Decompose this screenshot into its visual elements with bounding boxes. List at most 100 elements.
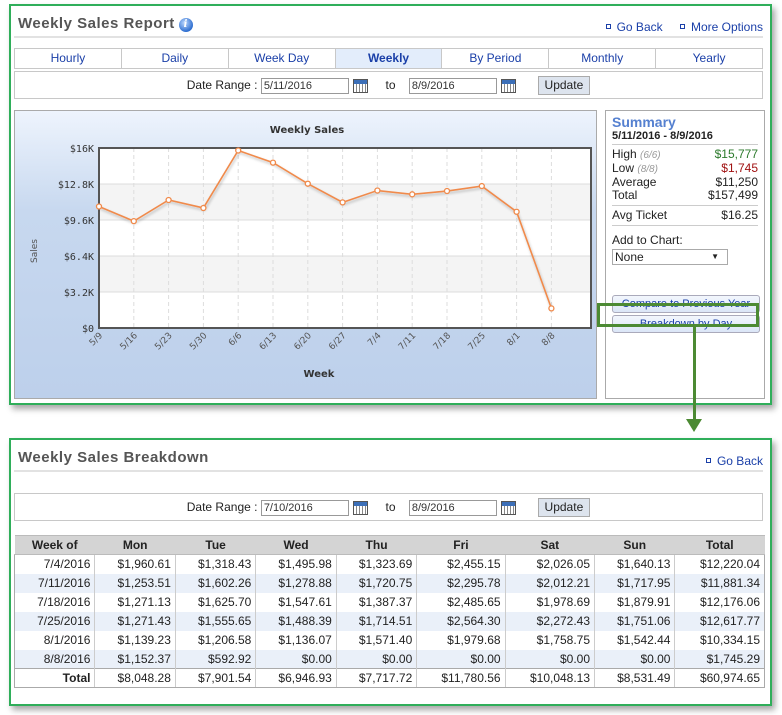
more-options-label: More Options	[690, 20, 763, 34]
amount-cell: $1,625.70	[174, 592, 257, 612]
table-row: 7/18/2016 $1,271.13 $1,625.70 $1,547.61 $1,3…	[13, 592, 765, 612]
column-header: Fri	[416, 535, 506, 555]
amount-cell: $1,387.37	[335, 592, 418, 612]
info-icon[interactable]: i	[178, 18, 193, 32]
amount-cell: $1,136.07	[255, 630, 337, 650]
amount-cell: $1,495.98	[255, 554, 337, 574]
week-of-cell: 7/11/2016	[13, 573, 96, 593]
tab-daily[interactable]: Daily	[122, 49, 229, 68]
x-tick-label: 7/11	[397, 331, 418, 352]
amount-cell: $1,139.23	[94, 630, 176, 650]
add-to-chart-select[interactable]: None ▼	[612, 249, 728, 265]
amount-cell: $1,979.68	[416, 630, 506, 650]
amount-cell: $1,271.43	[94, 611, 176, 631]
week-of-cell: 7/25/2016	[13, 611, 96, 631]
y-tick-label: $3.2K	[64, 288, 94, 299]
amount-cell: $1,751.06	[594, 611, 676, 631]
breakdown-table: Week of Mon Tue Wed Thu Fri Sat Sun Total 7/4/20…	[13, 535, 765, 688]
summary-panel: Summary 5/11/2016 - 8/9/2016 High (6/6) …	[605, 110, 765, 399]
column-header: Sun	[594, 535, 675, 555]
go-back-link[interactable]: Go Back	[605, 20, 663, 34]
column-header: Mon	[94, 535, 176, 555]
amount-cell: $592.92	[174, 649, 257, 669]
low-value: $1,745	[721, 161, 758, 175]
table-row: 8/1/2016 $1,139.23 $1,206.58 $1,136.07 $1,57…	[13, 630, 765, 650]
data-point	[235, 147, 242, 154]
data-point	[443, 187, 451, 195]
data-point	[130, 217, 137, 225]
data-point	[478, 182, 485, 190]
more-options-link[interactable]: More Options	[679, 20, 763, 34]
breakdown-date-from-input[interactable]	[260, 499, 349, 516]
calendar-icon[interactable]	[353, 500, 369, 515]
summary-avg-ticket: Avg Ticket $16.25	[612, 205, 758, 226]
amount-cell: $1,960.61	[94, 554, 176, 574]
high-value: $15,777	[714, 147, 758, 161]
amount-cell: $0.00	[255, 649, 337, 669]
avg-ticket-value: $16.25	[721, 208, 758, 222]
tab-by-period[interactable]: By Period	[442, 49, 550, 68]
calendar-icon[interactable]	[353, 78, 369, 93]
bullet-icon	[705, 458, 711, 463]
low-date: (8/8)	[637, 164, 658, 175]
column-header: Total	[674, 535, 765, 555]
breakdown-date-range-bar: Date Range : to Update	[14, 493, 763, 521]
tab-monthly[interactable]: Monthly	[549, 49, 657, 68]
amount-cell: $12,176.06	[674, 592, 765, 612]
dropdown-arrow-icon: ▼	[711, 252, 719, 261]
weekly-sales-report-panel: Weekly Sales Report i Go Back More Option…	[9, 4, 772, 405]
x-tick-label: 6/13	[258, 331, 279, 352]
tab-weekly[interactable]: Weekly	[335, 49, 443, 68]
amount-cell: $1,253.51	[94, 573, 176, 593]
breakdown-update-button[interactable]: Update	[537, 498, 591, 518]
tab-hourly[interactable]: Hourly	[15, 49, 122, 68]
calendar-icon[interactable]	[501, 500, 517, 515]
table-total-row: Total $8,048.28 $7,901.54 $6,946.93 $7,717.7…	[13, 668, 765, 688]
date-range-label: Date Range :	[186, 78, 258, 92]
summary-range: 5/11/2016 - 8/9/2016	[612, 130, 758, 145]
chart-x-axis-label: Week	[304, 369, 335, 380]
breakdown-go-back-link[interactable]: Go Back	[705, 454, 763, 468]
total-amount-cell: $8,531.49	[594, 668, 676, 688]
tab-yearly[interactable]: Yearly	[656, 49, 762, 68]
amount-cell: $0.00	[504, 649, 596, 669]
amount-cell: $0.00	[594, 649, 676, 669]
amount-cell: $11,881.34	[674, 573, 765, 593]
x-tick-label: 6/20	[293, 331, 315, 353]
data-point	[409, 191, 416, 198]
total-amount-cell: $60,974.65	[674, 668, 765, 688]
total-label-cell: Total	[13, 668, 96, 688]
breakdown-by-day-button[interactable]: Breakdown by Day	[612, 315, 760, 333]
compare-previous-year-button[interactable]: Compare to Previous Year	[612, 295, 760, 313]
low-label: Low	[612, 161, 635, 175]
chart-title: Weekly Sales	[270, 125, 344, 136]
date-to-input[interactable]	[408, 77, 497, 94]
amount-cell: $12,220.04	[674, 554, 765, 574]
y-tick-label: $12.8K	[58, 180, 94, 191]
breakdown-date-to-input[interactable]	[408, 499, 497, 516]
column-header: Sat	[505, 535, 595, 555]
amount-cell: $1,555.65	[174, 611, 257, 631]
tab-week-day[interactable]: Week Day	[229, 49, 336, 68]
amount-cell: $1,318.43	[174, 554, 257, 574]
summary-low: Low (8/8) $1,745	[612, 162, 758, 176]
x-tick-label: 7/18	[432, 331, 454, 353]
data-point	[95, 203, 103, 210]
date-from-input[interactable]	[260, 77, 349, 94]
amount-cell: $1,640.13	[594, 554, 676, 574]
amount-cell: $1,745.29	[674, 649, 765, 669]
calendar-icon[interactable]	[501, 78, 517, 93]
data-point	[269, 159, 277, 166]
column-header: Tue	[175, 535, 256, 555]
x-tick-label: 7/25	[467, 331, 488, 352]
x-tick-label: 8/8	[540, 331, 558, 349]
amount-cell: $2,455.15	[416, 554, 506, 574]
date-range-label: Date Range :	[186, 500, 258, 514]
amount-cell: $1,720.75	[335, 573, 418, 593]
high-date: (6/6)	[640, 150, 661, 161]
chart-svg: Weekly Sales Sales Week $0 $3.2K $6.4K $9.6…	[30, 125, 592, 380]
update-button[interactable]: Update	[537, 76, 591, 96]
amount-cell: $0.00	[335, 649, 418, 669]
amount-cell: $1,547.61	[255, 592, 337, 612]
amount-cell: $12,617.77	[674, 611, 765, 631]
